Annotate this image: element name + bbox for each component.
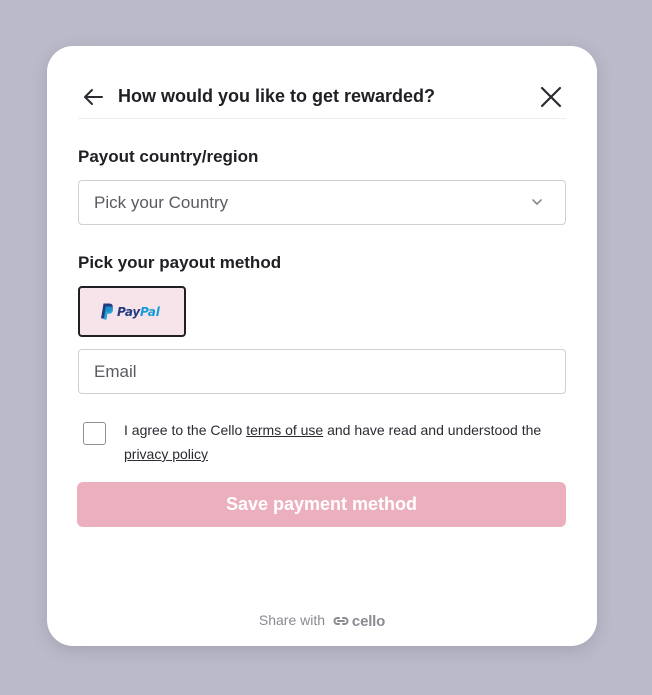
terms-checkbox[interactable] xyxy=(83,422,106,445)
payout-method-label: Pick your payout method xyxy=(78,253,282,272)
country-select[interactable]: Pick your Country xyxy=(78,180,566,225)
paypal-icon xyxy=(101,303,114,320)
save-payment-method-button[interactable]: Save payment method xyxy=(77,482,566,527)
paypal-wordmark: PayPal xyxy=(117,304,160,319)
close-icon[interactable] xyxy=(538,84,564,110)
country-select-value: Pick your Country xyxy=(94,193,229,212)
cello-logo-icon xyxy=(333,617,349,626)
modal-header: How would you like to get rewarded? xyxy=(78,76,566,119)
privacy-policy-link[interactable]: privacy policy xyxy=(124,446,208,462)
cello-brand[interactable]: cello xyxy=(333,613,385,630)
terms-of-use-link[interactable]: terms of use xyxy=(246,422,323,438)
payout-method-paypal[interactable]: PayPal xyxy=(78,286,186,337)
terms-middle: and have read and understood the xyxy=(327,422,542,438)
country-label: Payout country/region xyxy=(78,147,259,166)
footer-text: Share with xyxy=(258,612,326,628)
email-field[interactable] xyxy=(78,349,566,394)
modal-title: How would you like to get rewarded? xyxy=(118,86,436,106)
arrow-left-icon[interactable] xyxy=(82,88,104,106)
payout-modal: How would you like to get rewarded? Payo… xyxy=(47,46,597,646)
paypal-logo: PayPal xyxy=(100,303,160,320)
footer: Share with cello xyxy=(47,612,597,630)
cello-wordmark: cello xyxy=(351,612,386,630)
terms-prefix: I agree to the Cello xyxy=(124,422,243,438)
terms-text: I agree to the Cello terms of use and ha… xyxy=(124,418,544,466)
chevron-down-icon xyxy=(532,199,542,205)
